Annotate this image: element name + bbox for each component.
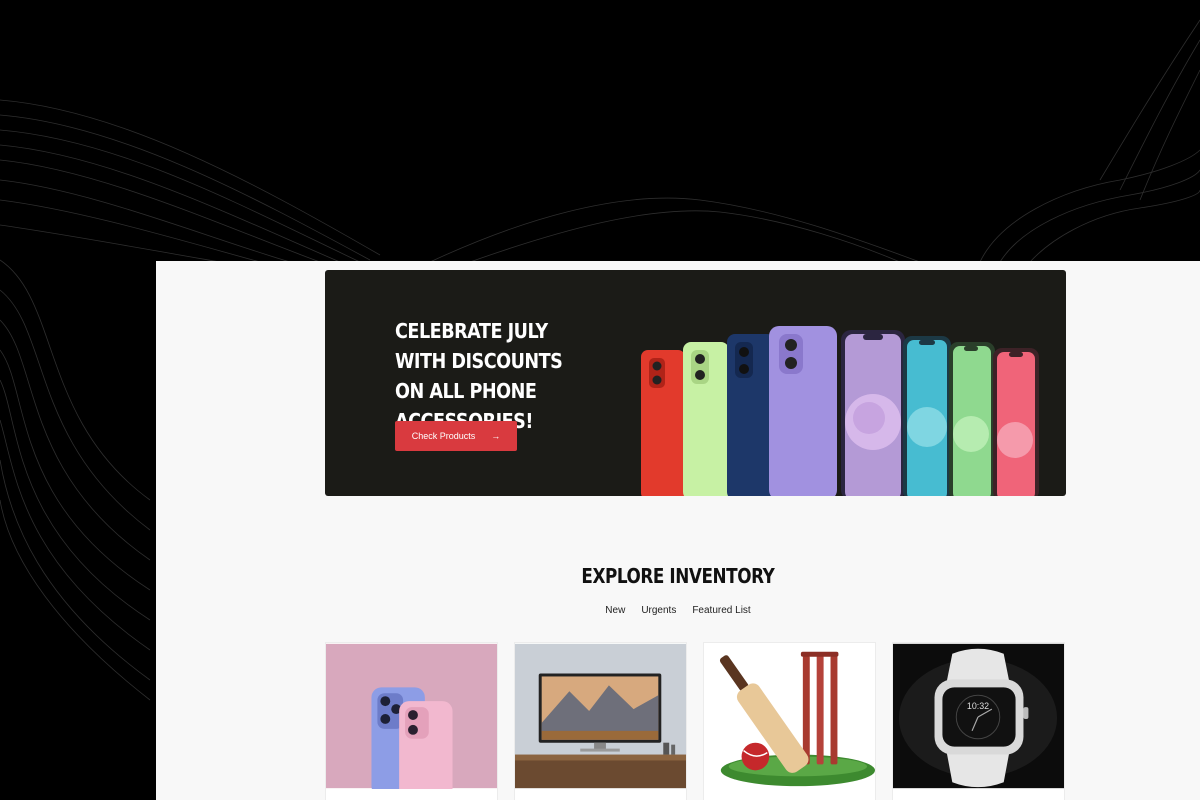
arrow-right-icon: → xyxy=(491,431,501,441)
tab-new[interactable]: New xyxy=(605,605,625,616)
main-content: CELEBRATE JULY WITH DISCOUNTS ON ALL PHO… xyxy=(156,261,1200,800)
check-products-label: Check Products xyxy=(411,431,476,441)
promo-banner: CELEBRATE JULY WITH DISCOUNTS ON ALL PHO… xyxy=(325,270,1066,496)
explore-inventory-title: EXPLORE INVENTORY xyxy=(581,564,775,588)
inventory-tabs: New Urgents Featured List xyxy=(156,605,1200,616)
tab-urgents[interactable]: Urgents xyxy=(641,605,676,616)
smartwatch-image: 10:32 xyxy=(893,643,1064,789)
smartphones-image xyxy=(326,643,497,789)
product-card[interactable] xyxy=(514,642,687,800)
check-products-button[interactable]: Check Products → xyxy=(395,421,517,451)
product-card[interactable] xyxy=(325,642,498,800)
product-card[interactable] xyxy=(703,642,876,800)
promo-title: CELEBRATE JULY WITH DISCOUNTS ON ALL PHO… xyxy=(395,319,563,433)
phones-image xyxy=(641,326,1039,496)
tab-featured-list[interactable]: Featured List xyxy=(692,605,750,616)
product-card[interactable]: 10:32 xyxy=(892,642,1065,800)
television-image xyxy=(515,643,686,789)
cricket-bat-image xyxy=(704,643,875,789)
watch-time: 10:32 xyxy=(967,701,989,711)
